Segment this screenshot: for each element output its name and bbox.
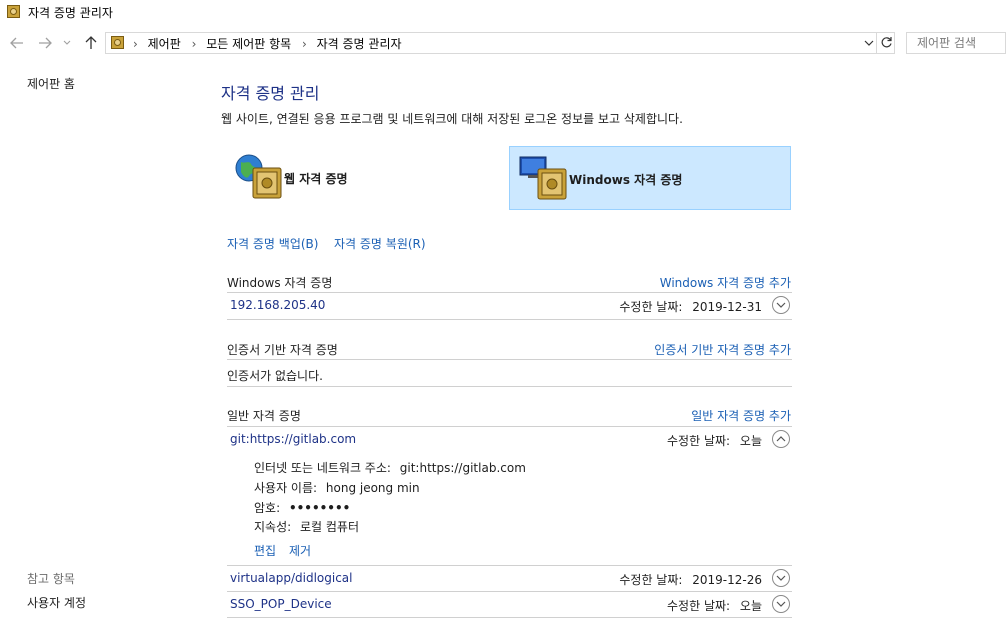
breadcrumb-all-control-panel-items[interactable]: 모든 제어판 항목 — [206, 37, 291, 51]
web-credentials-icon — [235, 154, 282, 199]
divider — [876, 33, 877, 53]
tile-windows-credentials[interactable]: Windows 자격 증명 — [509, 146, 791, 210]
credential-row-expanded[interactable]: git:https://gitlab.com 수정한 날짜: 오늘 — [227, 427, 792, 453]
modified-date: 오늘 — [739, 434, 762, 448]
password-value: •••••••• — [288, 501, 351, 515]
windows-credentials-header: Windows 자격 증명 — [227, 276, 333, 290]
credential-row[interactable]: virtualapp/didlogical 수정한 날짜: 2019-12-26 — [227, 566, 792, 592]
username-value: hong jeong min — [325, 481, 420, 495]
detail-persistence: 지속성: 로컬 컴퓨터 — [254, 518, 359, 535]
back-button[interactable] — [9, 35, 25, 51]
divider — [227, 386, 792, 387]
up-button[interactable] — [83, 35, 99, 51]
expand-button[interactable] — [772, 595, 790, 613]
chevron-down-icon — [864, 40, 874, 46]
tile-windows-credentials-label: Windows 자격 증명 — [569, 173, 683, 187]
chevron-down-icon — [63, 40, 71, 45]
forward-button[interactable] — [37, 35, 53, 51]
backup-credentials-link[interactable]: 자격 증명 백업(B) — [227, 235, 318, 252]
windows-credentials-icon — [519, 156, 567, 200]
restore-credentials-link[interactable]: 자격 증명 복원(R) — [334, 235, 426, 252]
divider — [227, 359, 792, 360]
persistence-label: 지속성: — [254, 520, 292, 534]
credential-name: git:https://gitlab.com — [230, 432, 357, 446]
remove-credential-link[interactable]: 제거 — [289, 542, 311, 559]
modified-label: 수정한 날짜: — [667, 434, 731, 448]
window-title: 자격 증명 관리자 — [28, 6, 113, 20]
credential-name: 192.168.205.40 — [230, 298, 326, 312]
expand-button[interactable] — [772, 569, 790, 587]
modified-label: 수정한 날짜: — [667, 599, 731, 613]
add-generic-credential-link[interactable]: 일반 자격 증명 추가 — [691, 407, 791, 424]
detail-password: 암호: •••••••• — [254, 499, 350, 516]
credential-row[interactable]: 192.168.205.40 수정한 날짜: 2019-12-31 — [227, 293, 792, 319]
control-panel-home-link[interactable]: 제어판 홈 — [27, 75, 75, 92]
modified-date: 2019-12-31 — [692, 300, 762, 314]
arrow-up-icon — [85, 36, 97, 49]
refresh-button[interactable] — [880, 36, 893, 52]
expand-button[interactable] — [772, 296, 790, 314]
generic-credentials-header: 일반 자격 증명 — [227, 409, 301, 423]
collapse-button[interactable] — [772, 430, 790, 448]
chevron-up-icon — [776, 436, 786, 442]
no-certificates-text: 인증서가 없습니다. — [227, 369, 323, 383]
refresh-icon — [881, 37, 892, 48]
divider — [227, 319, 792, 320]
title-bar: 자격 증명 관리자 — [0, 0, 1006, 24]
persistence-value: 로컬 컴퓨터 — [300, 520, 360, 534]
credential-modified: 수정한 날짜: 오늘 — [667, 597, 762, 614]
see-also-header: 참고 항목 — [27, 572, 75, 586]
search-box[interactable] — [906, 32, 1006, 54]
tile-web-credentials[interactable]: 웹 자격 증명 — [227, 146, 509, 210]
page-title: 자격 증명 관리 — [221, 84, 320, 103]
chevron-down-icon — [776, 302, 786, 308]
credential-manager-icon — [111, 36, 124, 49]
address-label: 인터넷 또는 네트워크 주소: — [254, 461, 391, 475]
credential-modified: 수정한 날짜: 오늘 — [667, 432, 762, 449]
add-certificate-credential-link[interactable]: 인증서 기반 자격 증명 추가 — [654, 341, 791, 358]
breadcrumb-separator: › — [301, 37, 307, 51]
add-windows-credential-link[interactable]: Windows 자격 증명 추가 — [660, 274, 791, 291]
modified-label: 수정한 날짜: — [619, 300, 683, 314]
modified-label: 수정한 날짜: — [619, 573, 683, 587]
divider — [227, 617, 792, 618]
password-label: 암호: — [254, 501, 281, 515]
certificate-credentials-header: 인증서 기반 자격 증명 — [227, 343, 338, 357]
arrow-right-icon — [39, 37, 52, 49]
chevron-down-icon — [776, 575, 786, 581]
detail-address: 인터넷 또는 네트워크 주소: git:https://gitlab.com — [254, 459, 526, 476]
search-input[interactable] — [915, 35, 1006, 51]
credential-modified: 수정한 날짜: 2019-12-26 — [619, 571, 762, 588]
navigation-bar: › 제어판 › 모든 제어판 항목 › 자격 증명 관리자 — [0, 30, 1006, 56]
credential-manager-icon — [7, 5, 20, 18]
address-bar[interactable]: › 제어판 › 모든 제어판 항목 › 자격 증명 관리자 — [105, 32, 895, 54]
credential-name: SSO_POP_Device — [230, 597, 332, 611]
credential-row[interactable]: SSO_POP_Device 수정한 날짜: 오늘 — [227, 592, 792, 618]
address-value: git:https://gitlab.com — [399, 461, 526, 475]
breadcrumb-separator: › — [191, 37, 197, 51]
page-description: 웹 사이트, 연결된 응용 프로그램 및 네트워크에 대해 저장된 로그온 정보… — [221, 112, 683, 126]
tile-web-credentials-label: 웹 자격 증명 — [284, 172, 348, 186]
user-accounts-link[interactable]: 사용자 계정 — [27, 594, 86, 611]
credential-name: virtualapp/didlogical — [230, 571, 353, 585]
detail-username: 사용자 이름: hong jeong min — [254, 479, 420, 496]
recent-locations-button[interactable] — [62, 35, 72, 51]
modified-date: 오늘 — [739, 599, 762, 613]
arrow-left-icon — [10, 37, 23, 49]
breadcrumb: › 제어판 › 모든 제어판 항목 › 자격 증명 관리자 — [132, 35, 408, 52]
chevron-down-icon — [776, 601, 786, 607]
username-label: 사용자 이름: — [254, 481, 318, 495]
credential-modified: 수정한 날짜: 2019-12-31 — [619, 298, 762, 315]
edit-credential-link[interactable]: 편집 — [254, 542, 276, 559]
breadcrumb-credential-manager[interactable]: 자격 증명 관리자 — [317, 37, 402, 51]
address-dropdown-button[interactable] — [864, 37, 874, 51]
breadcrumb-separator: › — [133, 37, 138, 51]
modified-date: 2019-12-26 — [692, 573, 762, 587]
breadcrumb-control-panel[interactable]: 제어판 — [148, 37, 181, 51]
